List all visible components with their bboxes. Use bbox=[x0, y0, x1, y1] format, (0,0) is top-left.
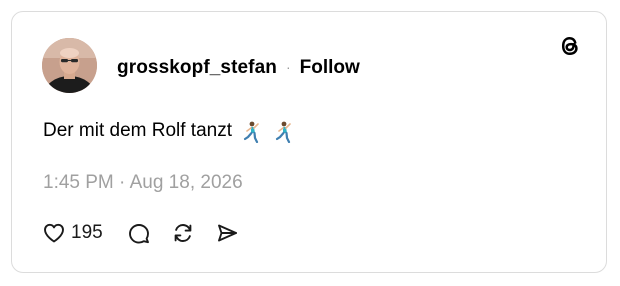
threads-logo-icon[interactable] bbox=[557, 33, 583, 59]
share-icon bbox=[217, 224, 237, 242]
avatar[interactable] bbox=[42, 38, 97, 93]
share-button[interactable] bbox=[215, 221, 239, 245]
post-text-row: Der mit dem Rolf tanzt bbox=[43, 120, 293, 143]
like-button[interactable]: 195 bbox=[42, 221, 103, 245]
post-header: grosskopf_stefan · Follow bbox=[117, 56, 360, 80]
dancing-man-emoji-icon bbox=[275, 121, 291, 143]
like-count: 195 bbox=[71, 222, 103, 243]
follow-button[interactable]: Follow bbox=[300, 57, 360, 79]
separator-dot: · bbox=[285, 59, 291, 75]
reply-button[interactable] bbox=[127, 221, 151, 245]
username-link[interactable]: grosskopf_stefan bbox=[117, 57, 277, 79]
heart-icon bbox=[44, 223, 64, 243]
post-timestamp: 1:45 PM · Aug 18, 2026 bbox=[43, 172, 243, 193]
comment-icon bbox=[128, 224, 149, 244]
dancing-man-emoji-icon bbox=[243, 121, 259, 143]
threads-post-card: grosskopf_stefan · Follow Der mit dem Ro… bbox=[11, 11, 607, 273]
repost-button[interactable] bbox=[171, 221, 195, 245]
post-text: Der mit dem Rolf tanzt bbox=[43, 120, 232, 141]
emoji-group bbox=[241, 121, 293, 143]
avatar-image bbox=[42, 38, 97, 93]
repost-icon bbox=[174, 224, 192, 242]
action-bar: 195 bbox=[42, 219, 239, 247]
